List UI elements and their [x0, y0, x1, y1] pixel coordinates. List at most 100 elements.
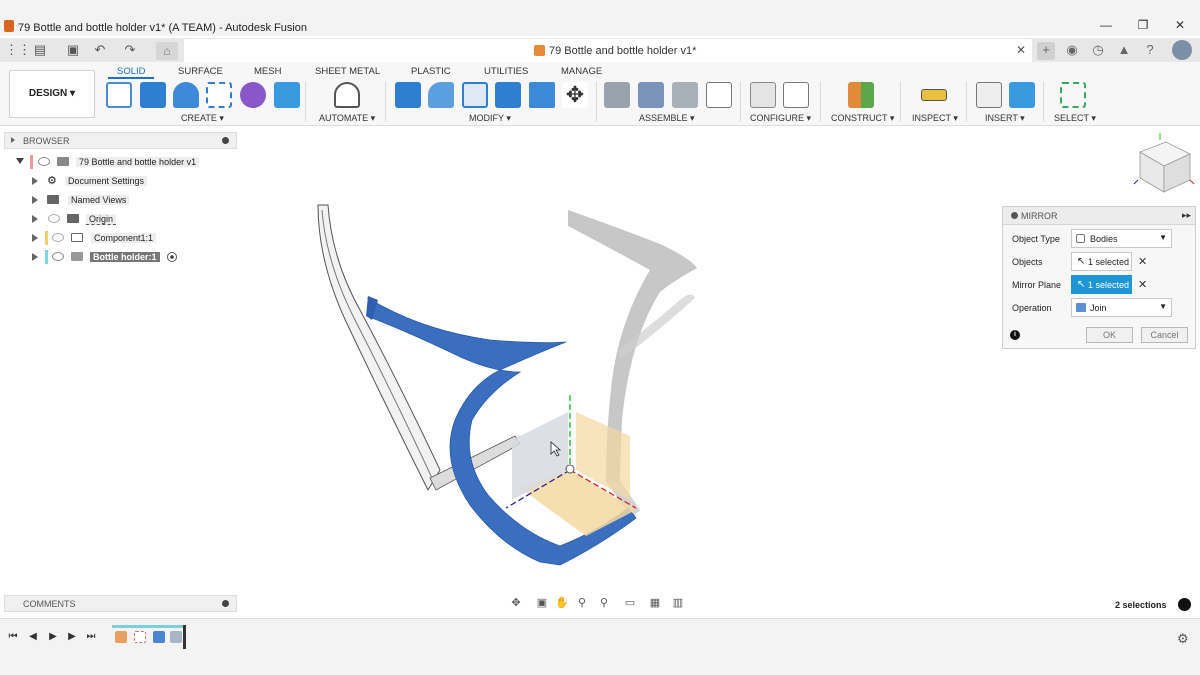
- visibility-icon[interactable]: [38, 157, 50, 166]
- object-type-select[interactable]: Bodies ▼: [1071, 229, 1172, 248]
- tab-plastic[interactable]: PLASTIC: [411, 66, 451, 77]
- timeline-feature-body[interactable]: [115, 631, 127, 643]
- look-at-icon[interactable]: ▣: [535, 596, 549, 610]
- help-icon[interactable]: ?: [1142, 42, 1158, 58]
- tree-bottle-holder[interactable]: Bottle holder:1: [28, 249, 188, 265]
- go-to-start-icon[interactable]: ⏮: [7, 631, 19, 643]
- assemble-menu[interactable]: ASSEMBLE ▾: [639, 113, 695, 124]
- tab-solid[interactable]: SOLID: [117, 66, 146, 77]
- box-icon[interactable]: [274, 82, 300, 108]
- selection-filter-icon[interactable]: [1178, 598, 1191, 611]
- expand-icon[interactable]: [32, 196, 38, 204]
- undo-icon[interactable]: ↶: [92, 42, 108, 58]
- home-icon[interactable]: ⌂: [156, 42, 178, 60]
- measure-icon[interactable]: [921, 89, 947, 101]
- collapse-icon[interactable]: [11, 137, 15, 143]
- tree-root[interactable]: 79 Bottle and bottle holder v1: [14, 154, 204, 170]
- ok-button[interactable]: OK: [1086, 327, 1133, 343]
- timeline-track[interactable]: [112, 625, 186, 649]
- file-menu-icon[interactable]: ▤: [32, 42, 48, 58]
- zoom-icon[interactable]: ⚲: [575, 596, 589, 610]
- close-window-button[interactable]: ✕: [1170, 18, 1190, 34]
- viewports-icon[interactable]: ▥: [671, 596, 685, 610]
- info-icon[interactable]: i: [1010, 330, 1020, 340]
- tab-surface[interactable]: SURFACE: [178, 66, 223, 77]
- as-built-joint-icon[interactable]: [672, 82, 698, 108]
- expand-icon[interactable]: [32, 177, 38, 185]
- tab-sheet-metal[interactable]: SHEET METAL: [315, 66, 380, 77]
- avatar[interactable]: [1172, 40, 1192, 60]
- revolve-icon[interactable]: [173, 82, 199, 108]
- document-tab[interactable]: 79 Bottle and bottle holder v1* ✕: [184, 39, 1032, 62]
- expand-icon[interactable]: [32, 215, 38, 223]
- select-icon[interactable]: [1060, 82, 1086, 108]
- objects-selector[interactable]: ↖ 1 selected: [1071, 252, 1132, 271]
- close-tab-icon[interactable]: ✕: [1016, 43, 1026, 57]
- origin-point[interactable]: [565, 464, 575, 474]
- grid-settings-icon[interactable]: ▦: [648, 596, 662, 610]
- fillet-icon[interactable]: [428, 82, 454, 108]
- timeline-marker[interactable]: [183, 625, 186, 649]
- extensions-icon[interactable]: ◉: [1064, 42, 1080, 58]
- tree-origin[interactable]: Origin: [28, 211, 138, 227]
- split-body-icon[interactable]: [529, 82, 555, 108]
- hidden-visibility-icon[interactable]: [48, 214, 60, 223]
- clear-objects-icon[interactable]: ✕: [1138, 255, 1147, 268]
- timeline-feature-extrude[interactable]: [153, 631, 165, 643]
- minimize-button[interactable]: —: [1096, 18, 1116, 34]
- mirror-dialog-header[interactable]: MIRROR ▸▸: [1003, 207, 1195, 225]
- view-cube[interactable]: [1133, 133, 1195, 193]
- joint-origin-icon[interactable]: [706, 82, 732, 108]
- comments-panel-header[interactable]: COMMENTS: [4, 595, 237, 612]
- joint-icon[interactable]: [638, 82, 664, 108]
- mirror-plane-selector[interactable]: ↖ 1 selected: [1071, 275, 1132, 294]
- display-settings-icon[interactable]: ▭: [623, 596, 637, 610]
- create-menu[interactable]: CREATE ▾: [181, 113, 224, 124]
- orbit-icon[interactable]: ✥: [509, 596, 523, 610]
- tree-document-settings[interactable]: ⚙ Document Settings: [28, 173, 158, 189]
- cancel-button[interactable]: Cancel: [1141, 327, 1188, 343]
- configuration-table-icon[interactable]: [783, 82, 809, 108]
- tree-component1[interactable]: Component1:1: [28, 230, 158, 246]
- notifications-icon[interactable]: ▲: [1116, 42, 1132, 58]
- expand-icon[interactable]: [32, 253, 38, 261]
- expand-icon[interactable]: [32, 234, 38, 242]
- pin-icon[interactable]: [222, 137, 229, 144]
- new-tab-icon[interactable]: +: [1037, 42, 1055, 60]
- tab-utilities[interactable]: UTILITIES: [484, 66, 528, 77]
- insert-canvas-icon[interactable]: [1009, 82, 1035, 108]
- offset-plane-icon[interactable]: [848, 82, 874, 108]
- redo-icon[interactable]: ↷: [122, 42, 138, 58]
- dialog-pin-icon[interactable]: [1011, 212, 1018, 219]
- timeline-feature-mirror[interactable]: [170, 631, 182, 643]
- activate-radio-icon[interactable]: [167, 252, 177, 262]
- expand-dialog-icon[interactable]: ▸▸: [1182, 210, 1191, 221]
- fit-icon[interactable]: ⚲: [597, 596, 611, 610]
- step-forward-icon[interactable]: ▶: [66, 631, 78, 643]
- expand-icon[interactable]: [16, 158, 24, 164]
- go-to-end-icon[interactable]: ⏭: [85, 631, 97, 643]
- step-back-icon[interactable]: ◀: [27, 631, 39, 643]
- workspace-switcher[interactable]: DESIGN ▾: [9, 70, 95, 118]
- hidden-visibility-icon[interactable]: [52, 233, 64, 242]
- construct-menu[interactable]: CONSTRUCT ▾: [831, 113, 894, 124]
- configure-icon[interactable]: [750, 82, 776, 108]
- configure-menu[interactable]: CONFIGURE ▾: [750, 113, 811, 124]
- job-status-icon[interactable]: ◷: [1090, 42, 1106, 58]
- play-icon[interactable]: ▶: [47, 631, 59, 643]
- extrude-icon[interactable]: [140, 82, 166, 108]
- automate-menu[interactable]: AUTOMATE ▾: [319, 113, 375, 124]
- browser-panel-header[interactable]: BROWSER: [4, 132, 237, 149]
- new-component-icon[interactable]: [604, 82, 630, 108]
- select-menu[interactable]: SELECT ▾: [1054, 113, 1096, 124]
- create-sketch-icon[interactable]: [106, 82, 132, 108]
- operation-select[interactable]: Join ▼: [1071, 298, 1172, 317]
- modify-menu[interactable]: MODIFY ▾: [469, 113, 511, 124]
- inspect-menu[interactable]: INSPECT ▾: [912, 113, 958, 124]
- app-grid-icon[interactable]: ⋮⋮: [5, 42, 31, 58]
- press-pull-icon[interactable]: [395, 82, 421, 108]
- shell-icon[interactable]: [462, 82, 488, 108]
- pan-icon[interactable]: ✋: [555, 596, 569, 610]
- move-copy-icon[interactable]: ✥: [562, 82, 588, 108]
- pin-icon[interactable]: [222, 600, 229, 607]
